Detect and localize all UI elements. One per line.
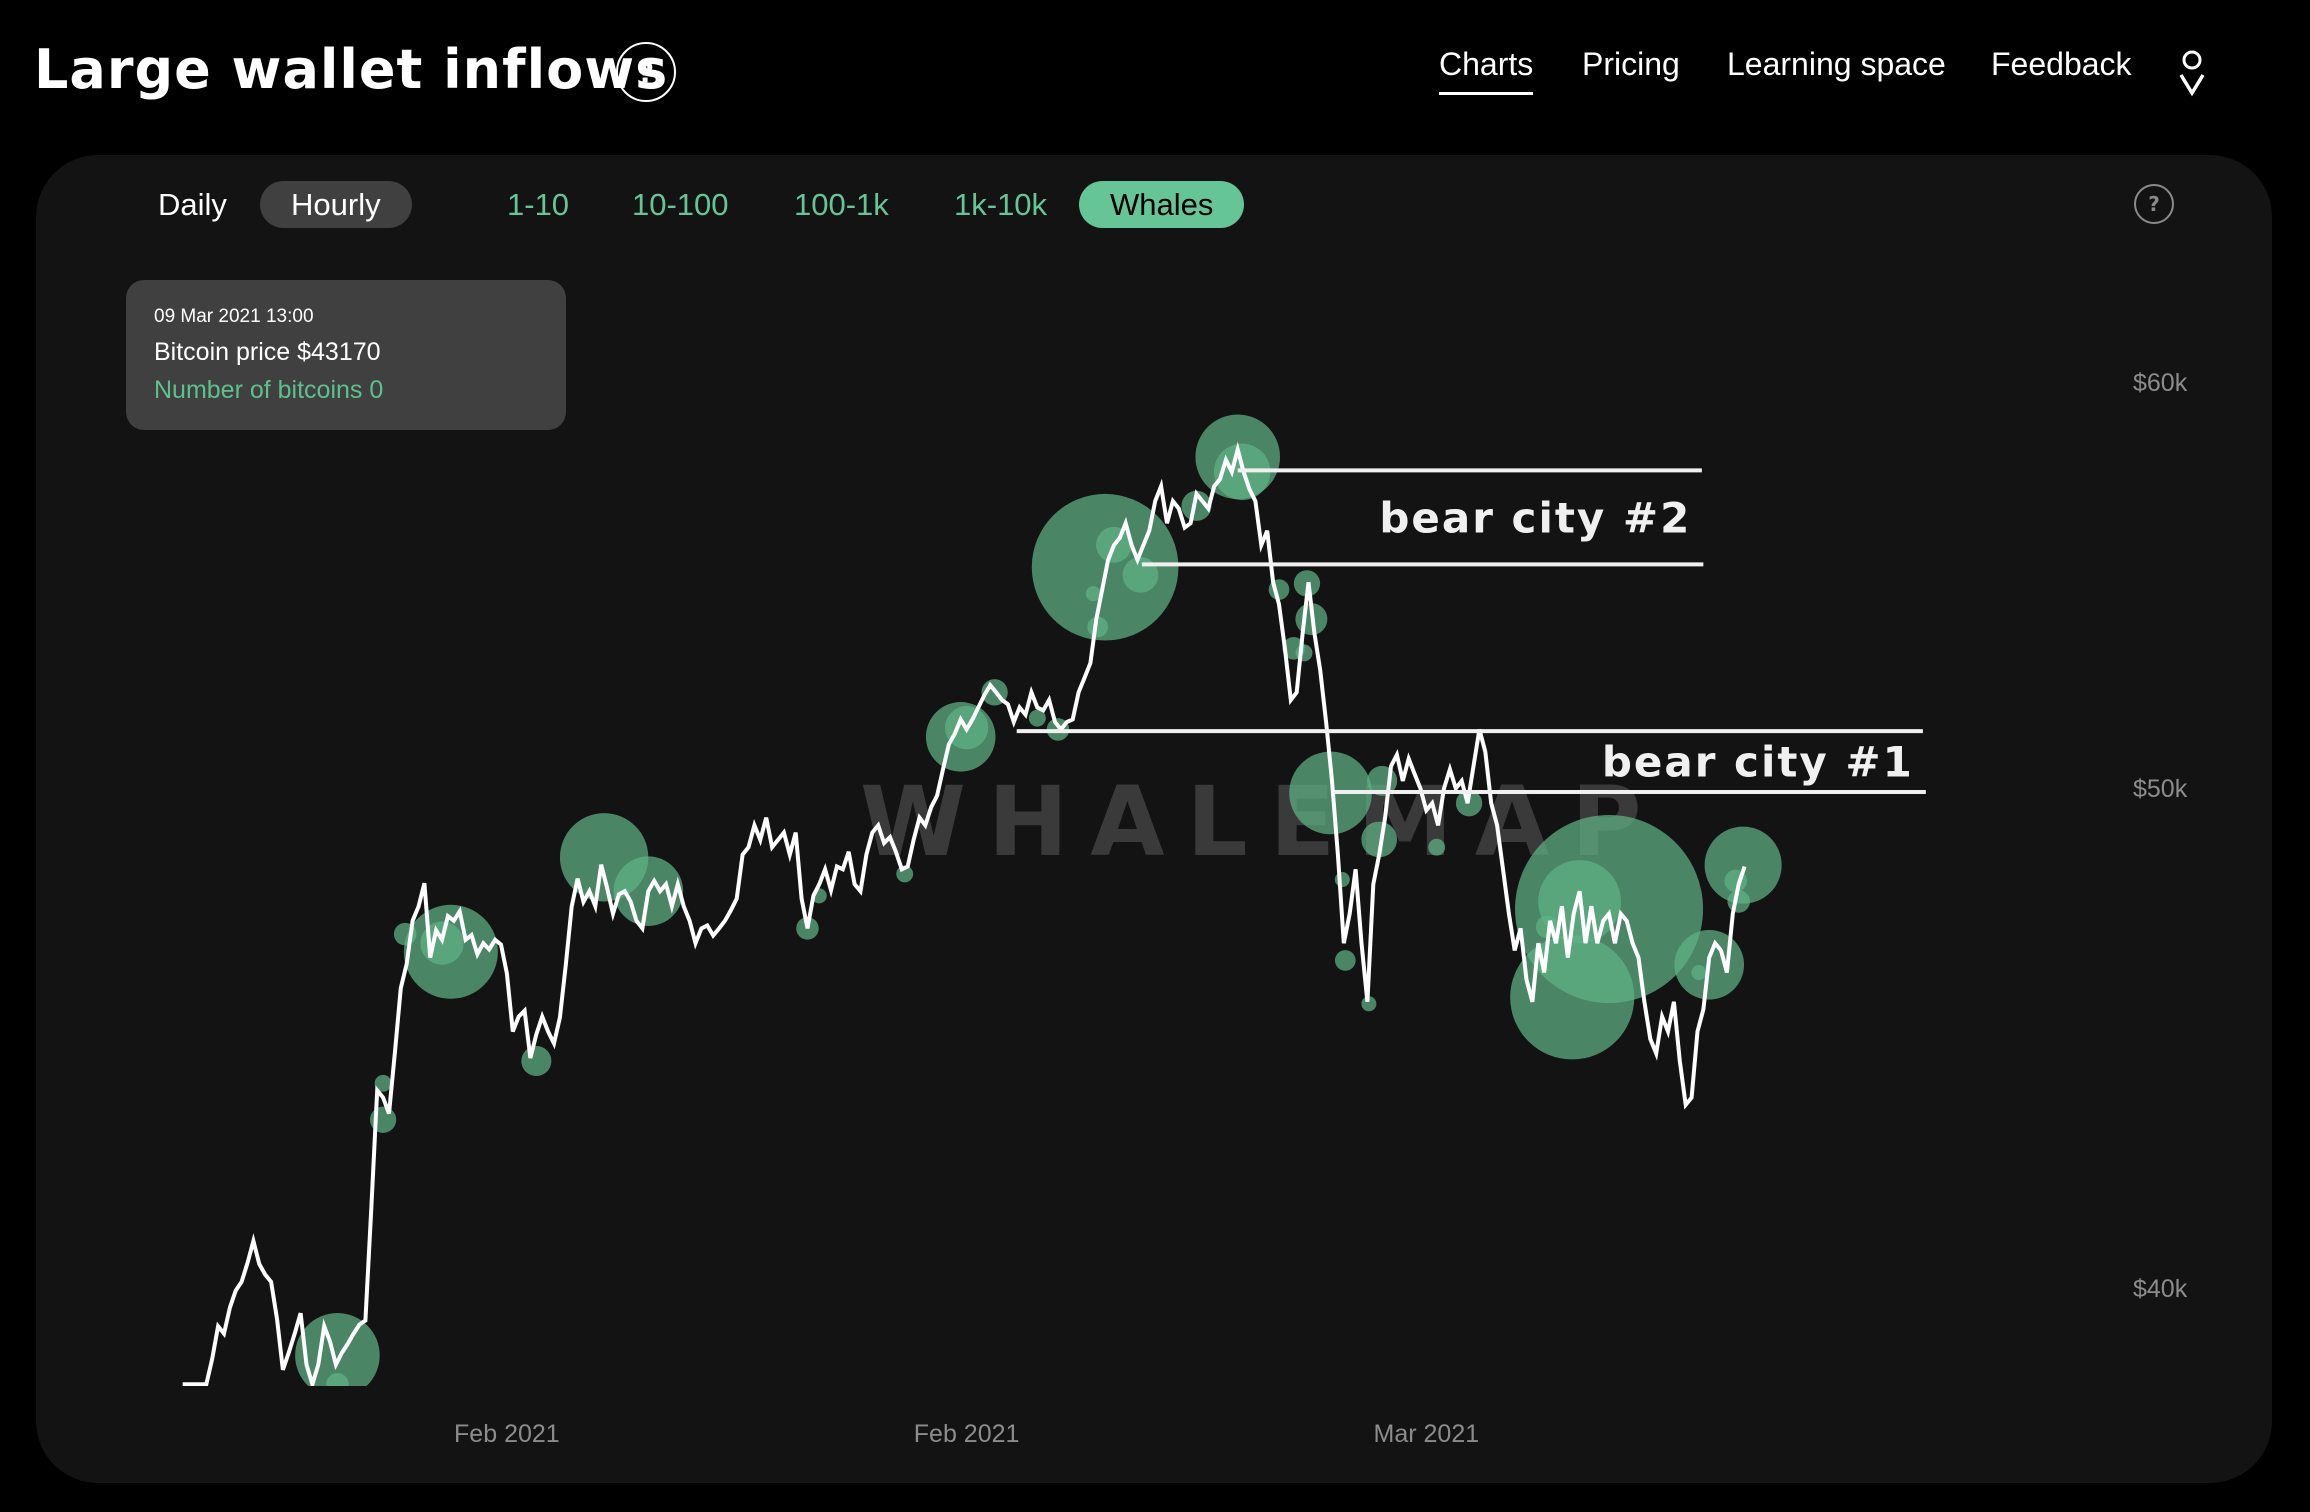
y-tick-label: $60k (2133, 369, 2188, 397)
tooltip-date: 09 Mar 2021 13:00 (154, 306, 314, 327)
inflow-bubble[interactable] (521, 1045, 552, 1077)
bubble-layer (295, 414, 1782, 1396)
tooltip-bitcoin-count: Number of bitcoins 0 (154, 376, 384, 404)
inflow-bubble[interactable] (1334, 950, 1356, 971)
tooltip-price: Bitcoin price $43170 (154, 338, 381, 366)
y-tick-label: $40k (2133, 1275, 2188, 1303)
annotation-label: bear city #1 (1602, 738, 1914, 787)
inflow-bubble[interactable] (1334, 871, 1350, 888)
x-tick-label: Mar 2021 (1373, 1420, 1480, 1448)
price-chart[interactable]: bear city #2 bear city #1 (0, 0, 2310, 1512)
inflow-bubble[interactable] (1691, 965, 1707, 981)
y-tick-label: $50k (2133, 775, 2188, 803)
hover-tooltip: 09 Mar 2021 13:00 Bitcoin price $43170 N… (126, 280, 566, 430)
x-tick-label: Feb 2021 (913, 1420, 1020, 1448)
inflow-bubble[interactable] (326, 1373, 349, 1396)
inflow-bubble[interactable] (1510, 935, 1635, 1060)
price-line (182, 441, 1747, 1386)
x-tick-label: Feb 2021 (454, 1420, 560, 1448)
annotation-label: bear city #2 (1379, 493, 1691, 542)
inflow-bubble[interactable] (1428, 838, 1446, 856)
